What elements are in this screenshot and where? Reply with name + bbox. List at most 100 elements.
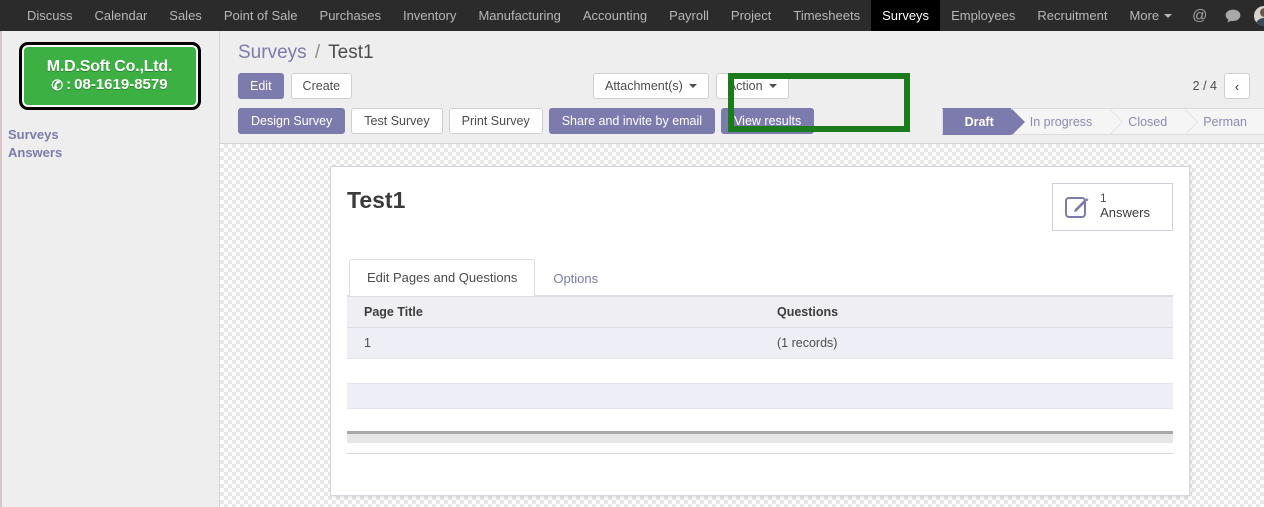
column-header-questions[interactable]: Questions	[760, 296, 1173, 329]
status-stage-label: In progress	[1029, 114, 1093, 129]
pencil-square-icon	[1065, 195, 1091, 219]
tab-options[interactable]: Options	[535, 260, 616, 296]
action-label: Action	[727, 79, 763, 93]
menu-item-label: Discuss	[27, 8, 73, 23]
phone-icon: ✆	[51, 76, 64, 93]
menu-item-sales[interactable]: Sales	[158, 0, 213, 31]
chevron-down-icon	[688, 84, 697, 88]
pager-count: 2 / 4	[1192, 79, 1217, 93]
pages-table: Page Title Questions 1 (1 records)	[347, 296, 1173, 360]
pages-table-head: Page Title Questions	[347, 296, 1173, 329]
breadcrumb: Surveys / Test1	[238, 41, 1250, 65]
breadcrumb-separator: /	[314, 42, 321, 63]
action-and-status-bar: Design Survey Test Survey Print Survey S…	[220, 73, 1264, 144]
survey-action-buttons: Design Survey Test Survey Print Survey S…	[238, 108, 820, 134]
company-phone: ✆ : 08-1619-8579	[51, 76, 167, 94]
control-panel-dropdowns: Attachment(s) Action	[593, 73, 789, 99]
menu-item-point-of-sale[interactable]: Point of Sale	[213, 0, 309, 31]
chevron-down-icon	[1164, 13, 1173, 18]
edit-button[interactable]: Edit	[238, 73, 284, 99]
pager-previous-button[interactable]: ‹	[1224, 73, 1250, 99]
company-logo: M.D.Soft Co.,Ltd. ✆ : 08-1619-8579	[18, 42, 201, 110]
chat-bubble-icon[interactable]	[1216, 9, 1250, 23]
menu-item-label: Timesheets	[793, 8, 861, 23]
menu-item-calendar[interactable]: Calendar	[84, 0, 159, 31]
menu-item-purchases[interactable]: Purchases	[309, 0, 392, 31]
form-content-area: Test1 1 Answers Edit Pages and Questions…	[220, 144, 1264, 507]
menu-item-label: Manufacturing	[478, 8, 561, 23]
menu-item-manufacturing[interactable]: Manufacturing	[467, 0, 571, 31]
sidebar-item-surveys[interactable]: Surveys	[8, 126, 219, 144]
test-survey-button[interactable]: Test Survey	[351, 108, 443, 134]
sidebar: M.D.Soft Co.,Ltd. ✆ : 08-1619-8579 Surve…	[0, 31, 220, 507]
avatar[interactable]	[1254, 5, 1264, 26]
top-navbar: Discuss Calendar Sales Point of Sale Pur…	[0, 0, 1264, 31]
sidebar-menu: Surveys Answers	[0, 126, 219, 162]
status-stage-label: Perman	[1203, 114, 1247, 129]
control-panel-buttons: Edit Create Attachment(s) Action 2 / 4 ‹	[238, 73, 1250, 100]
menu-item-label: Project	[730, 8, 772, 23]
statusbar: Draft In progress Closed Perman	[941, 108, 1264, 135]
design-survey-button[interactable]: Design Survey	[238, 108, 346, 134]
menu-item-employees[interactable]: Employees	[940, 0, 1026, 31]
cell-page-title[interactable]: 1	[347, 327, 760, 360]
page-body: M.D.Soft Co.,Ltd. ✆ : 08-1619-8579 Surve…	[0, 31, 1264, 507]
menu-item-label: Sales	[169, 8, 202, 23]
footer-rules	[347, 431, 1173, 455]
menu-item-label: Surveys	[882, 8, 930, 23]
menu-item-surveys[interactable]: Surveys	[871, 0, 941, 31]
pages-table-body: 1 (1 records)	[347, 327, 1173, 360]
form-sheet: Test1 1 Answers Edit Pages and Questions…	[330, 166, 1190, 496]
menu-item-payroll[interactable]: Payroll	[658, 0, 720, 31]
menu-item-label: Employees	[951, 8, 1016, 23]
navbar-right-area: @ Administ	[1183, 0, 1264, 31]
company-name: M.D.Soft Co.,Ltd.	[46, 57, 173, 75]
menu-item-label: Accounting	[582, 8, 648, 23]
status-stage-in-progress[interactable]: In progress	[1010, 108, 1123, 135]
attachments-dropdown[interactable]: Attachment(s)	[593, 73, 709, 99]
menu-item-accounting[interactable]: Accounting	[572, 0, 658, 31]
menu-item-label: More	[1129, 8, 1160, 23]
status-stage-label: Closed	[1128, 114, 1168, 129]
breadcrumb-root[interactable]: Surveys	[238, 42, 307, 63]
menu-item-discuss[interactable]: Discuss	[16, 0, 84, 31]
sidebar-item-answers[interactable]: Answers	[8, 144, 219, 162]
menu-item-label: Payroll	[669, 8, 709, 23]
answers-stat-text: 1 Answers	[1100, 193, 1150, 221]
menu-item-label: Calendar	[94, 8, 148, 23]
table-header-row: Page Title Questions	[347, 296, 1173, 329]
share-and-invite-by-email-button[interactable]: Share and invite by email	[548, 108, 716, 134]
main-area: Surveys / Test1 Edit Create Attachment(s…	[220, 31, 1264, 507]
sheet-header: Test1 1 Answers	[347, 183, 1173, 232]
record-title: Test1	[347, 187, 406, 213]
sheet-tabs: Edit Pages and Questions Options	[347, 258, 1173, 297]
menu-item-recruitment[interactable]: Recruitment	[1026, 0, 1118, 31]
divider-thin	[347, 453, 1173, 455]
view-results-button[interactable]: View results	[721, 108, 815, 134]
menu-item-label: Purchases	[319, 8, 381, 23]
at-sign-icon[interactable]: @	[1183, 7, 1216, 24]
menu-item-label: Recruitment	[1037, 8, 1108, 23]
status-stage-label: Draft	[964, 114, 994, 129]
breadcrumb-current: Test1	[328, 42, 374, 63]
column-header-page-title[interactable]: Page Title	[347, 296, 760, 329]
status-stage-draft[interactable]: Draft	[941, 108, 1025, 135]
phone-number: 08-1619-8579	[74, 76, 168, 94]
menu-item-inventory[interactable]: Inventory	[392, 0, 467, 31]
answers-label: Answers	[1100, 205, 1150, 221]
create-button[interactable]: Create	[290, 73, 353, 99]
print-survey-button[interactable]: Print Survey	[448, 108, 543, 134]
cell-questions[interactable]: (1 records)	[760, 327, 1173, 360]
chevron-down-icon	[768, 84, 777, 88]
menu-item-timesheets[interactable]: Timesheets	[782, 0, 871, 31]
answers-stat-button[interactable]: 1 Answers	[1052, 183, 1173, 232]
control-panel: Surveys / Test1 Edit Create Attachment(s…	[220, 31, 1264, 100]
empty-row-strip	[347, 383, 1173, 410]
main-menu: Discuss Calendar Sales Point of Sale Pur…	[0, 0, 1183, 31]
menu-item-more[interactable]: More	[1118, 0, 1183, 31]
menu-item-project[interactable]: Project	[720, 0, 782, 31]
action-dropdown[interactable]: Action	[715, 73, 789, 99]
table-row[interactable]: 1 (1 records)	[347, 327, 1173, 360]
tab-edit-pages-and-questions[interactable]: Edit Pages and Questions	[349, 259, 536, 297]
divider-light	[347, 434, 1173, 444]
